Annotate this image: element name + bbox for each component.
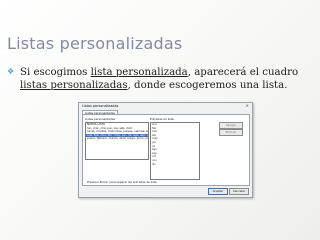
custom-lists-dialog: Listas personalizadas ✕ Listas personali… bbox=[78, 102, 253, 198]
cancel-button[interactable]: Cancelar bbox=[229, 188, 249, 195]
dialog-title: Listas personalizadas bbox=[82, 104, 119, 108]
entry-item: dic bbox=[152, 162, 156, 166]
hint-text: Presione Entrar para separar las entrada… bbox=[87, 180, 158, 184]
custom-lists-label: Listas personalizadas: bbox=[85, 117, 116, 121]
bullet-text-post: , donde escogeremos una lista. bbox=[127, 79, 288, 91]
bullet-paragraph: ❖ Si escogimos lista personalizada, apar… bbox=[7, 67, 313, 92]
list-item[interactable]: enero, febrero, marzo, abril, mayo, juni… bbox=[86, 137, 148, 141]
bullet-icon: ❖ bbox=[7, 67, 15, 76]
delete-button[interactable]: Eliminar bbox=[219, 129, 243, 136]
add-button[interactable]: Agregar bbox=[219, 122, 243, 129]
bullet-text: Si escogimos lista personalizada, aparec… bbox=[7, 67, 313, 92]
bullet-link-listas-personalizadas: listas personalizadas bbox=[20, 79, 128, 91]
ok-button[interactable]: Aceptar bbox=[208, 188, 228, 195]
dialog-panel: Listas personalizadas: Entradas de lista… bbox=[82, 114, 250, 186]
bullet-text-mid: , aparecerá el cuadro bbox=[187, 67, 299, 78]
list-entries-textbox[interactable]: ene feb mar abr may jun jul ago sep oct … bbox=[150, 122, 200, 180]
slide-title: Listas personalizadas bbox=[7, 34, 183, 53]
close-icon[interactable]: ✕ bbox=[246, 103, 249, 108]
bullet-text-pre: Si escogimos bbox=[20, 67, 91, 78]
list-entries-label: Entradas de lista: bbox=[150, 117, 175, 121]
custom-lists-listbox[interactable]: NUEVA LISTA lun, mar, mié, jue, vie, sáb… bbox=[85, 122, 149, 160]
bullet-link-lista-personalizada: lista personalizada bbox=[90, 67, 188, 78]
